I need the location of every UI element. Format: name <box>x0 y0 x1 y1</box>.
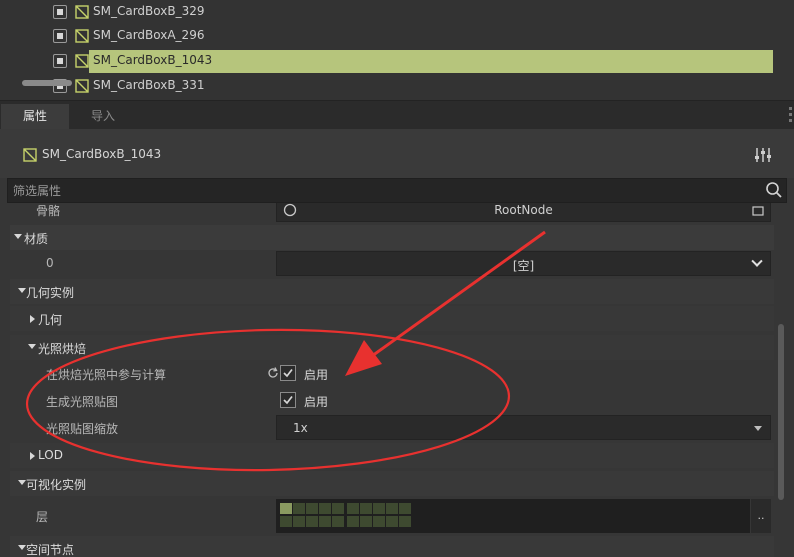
skeleton-value: RootNode <box>494 203 553 217</box>
section-geometry[interactable]: 几何 <box>10 306 774 331</box>
visibility-toggle[interactable] <box>53 29 67 43</box>
layer-cell[interactable] <box>319 503 331 514</box>
tree-item[interactable]: SM_CardBoxB_331 <box>0 74 794 99</box>
layer-cell[interactable] <box>373 503 385 514</box>
layer-cell[interactable] <box>293 503 305 514</box>
layer-cell[interactable] <box>347 503 359 514</box>
section-title: 材质 <box>24 232 49 246</box>
layer-cell[interactable] <box>386 503 398 514</box>
sliders-icon[interactable] <box>753 146 773 164</box>
section-geometry-instance[interactable]: 几何实例 <box>10 279 774 304</box>
search-icon[interactable] <box>765 181 783 199</box>
tree-item-label: SM_CardBoxB_331 <box>93 78 205 92</box>
visibility-toggle[interactable] <box>53 5 67 19</box>
mesh-icon <box>75 5 89 19</box>
layer-cell[interactable] <box>399 503 411 514</box>
tree-horizontal-scrollbar[interactable] <box>22 80 72 86</box>
bake-participate-checkbox[interactable] <box>280 365 296 381</box>
tab-import[interactable]: 导入 <box>69 104 137 130</box>
lightmap-scale-value: 1x <box>293 421 308 435</box>
section-title: 可视化实例 <box>26 478 87 492</box>
tree-item-label: SM_CardBoxB_329 <box>93 4 205 18</box>
property-label: 在烘焙光照中参与计算 <box>46 368 167 382</box>
collapse-arrow-icon <box>30 315 35 323</box>
section-visual-instance[interactable]: 可视化实例 <box>10 471 774 496</box>
material-field[interactable]: [空] <box>276 251 771 276</box>
section-title: 空间节点 <box>26 543 75 557</box>
skeleton-field[interactable]: RootNode <box>276 203 771 222</box>
tree-item[interactable]: SM_CardBoxB_329 <box>0 0 794 25</box>
property-row-skeleton: 骨骼 RootNode <box>10 203 774 222</box>
material-index-label: 0 <box>46 256 54 270</box>
panel-grip-icon[interactable] <box>789 107 792 125</box>
expand-arrow-icon <box>28 344 36 349</box>
property-label: 骨骼 <box>36 204 61 218</box>
section-material[interactable]: 材质 <box>10 225 774 250</box>
visibility-toggle[interactable] <box>53 54 67 68</box>
mesh-icon <box>23 148 37 162</box>
tree-item-selected[interactable]: SM_CardBoxB_1043 <box>0 49 794 74</box>
layer-cell[interactable] <box>280 516 292 527</box>
material-value: [空] <box>512 259 535 273</box>
property-label: 层 <box>36 510 49 524</box>
layer-cell[interactable] <box>360 503 372 514</box>
layer-cell[interactable] <box>280 503 292 514</box>
tree-item[interactable]: SM_CardBoxA_296 <box>0 24 794 49</box>
generate-lightmap-checkbox[interactable] <box>280 392 296 408</box>
expand-arrow-icon <box>18 480 26 485</box>
dropdown-arrow-icon <box>754 426 762 431</box>
property-label: 光照贴图缩放 <box>46 422 119 436</box>
layer-cell[interactable] <box>373 516 385 527</box>
inspector-header: SM_CardBoxB_1043 <box>0 129 794 178</box>
expand-arrow-icon <box>18 545 26 550</box>
tab-properties[interactable]: 属性 <box>1 104 69 130</box>
mesh-icon <box>75 29 89 43</box>
property-label: 生成光照贴图 <box>46 395 119 409</box>
lightmap-scale-select[interactable]: 1x <box>276 415 771 440</box>
section-lightmap[interactable]: 光照烘焙 <box>10 335 774 360</box>
property-row-material: 0 [空] <box>10 251 774 276</box>
revert-icon[interactable] <box>266 366 280 380</box>
property-row-lightmap-scale: 光照贴图缩放 1x <box>10 415 774 440</box>
layer-cell[interactable] <box>306 503 318 514</box>
layer-cell[interactable] <box>332 503 344 514</box>
mesh-icon <box>75 79 89 93</box>
section-title: 几何 <box>38 313 63 327</box>
layer-cell[interactable] <box>386 516 398 527</box>
layers-grid[interactable] <box>276 499 750 533</box>
layer-cell[interactable] <box>360 516 372 527</box>
mesh-icon <box>75 54 89 68</box>
property-list: 骨骼 RootNode 材质 0 [空] 几何实例 几何 光照烘焙 在烘焙光照中… <box>0 203 794 557</box>
filter-properties-input[interactable] <box>8 179 758 202</box>
expand-arrow-icon <box>14 234 22 239</box>
layer-cell[interactable] <box>347 516 359 527</box>
tree-item-label: SM_CardBoxB_1043 <box>93 53 213 67</box>
clear-icon[interactable] <box>752 204 764 216</box>
inspector-tabbar: 属性 导入 <box>0 100 794 130</box>
scene-tree: SM_CardBoxB_329 SM_CardBoxA_296 SM_CardB… <box>0 0 794 100</box>
property-row-generate-lightmap: 生成光照贴图 启用 <box>10 388 774 413</box>
node-title: SM_CardBoxB_1043 <box>42 147 162 161</box>
collapse-arrow-icon <box>30 452 35 460</box>
checkbox-label: 启用 <box>304 395 329 409</box>
section-spatial[interactable]: 空间节点 <box>10 536 774 557</box>
layer-cell[interactable] <box>399 516 411 527</box>
section-title: 几何实例 <box>26 286 75 300</box>
section-title: LOD <box>38 448 63 462</box>
layer-cell[interactable] <box>332 516 344 527</box>
section-title: 光照烘焙 <box>38 342 87 356</box>
section-lod[interactable]: LOD <box>10 443 774 468</box>
property-filter <box>7 178 787 203</box>
layers-menu-button[interactable]: .. <box>751 499 771 533</box>
property-row-bake-participate: 在烘焙光照中参与计算 启用 <box>10 361 774 386</box>
layer-cell[interactable] <box>319 516 331 527</box>
tree-item-label: SM_CardBoxA_296 <box>93 28 205 42</box>
layer-cell[interactable] <box>306 516 318 527</box>
checkbox-label: 启用 <box>304 368 329 382</box>
vertical-scrollbar[interactable] <box>778 324 784 500</box>
layer-cell[interactable] <box>293 516 305 527</box>
